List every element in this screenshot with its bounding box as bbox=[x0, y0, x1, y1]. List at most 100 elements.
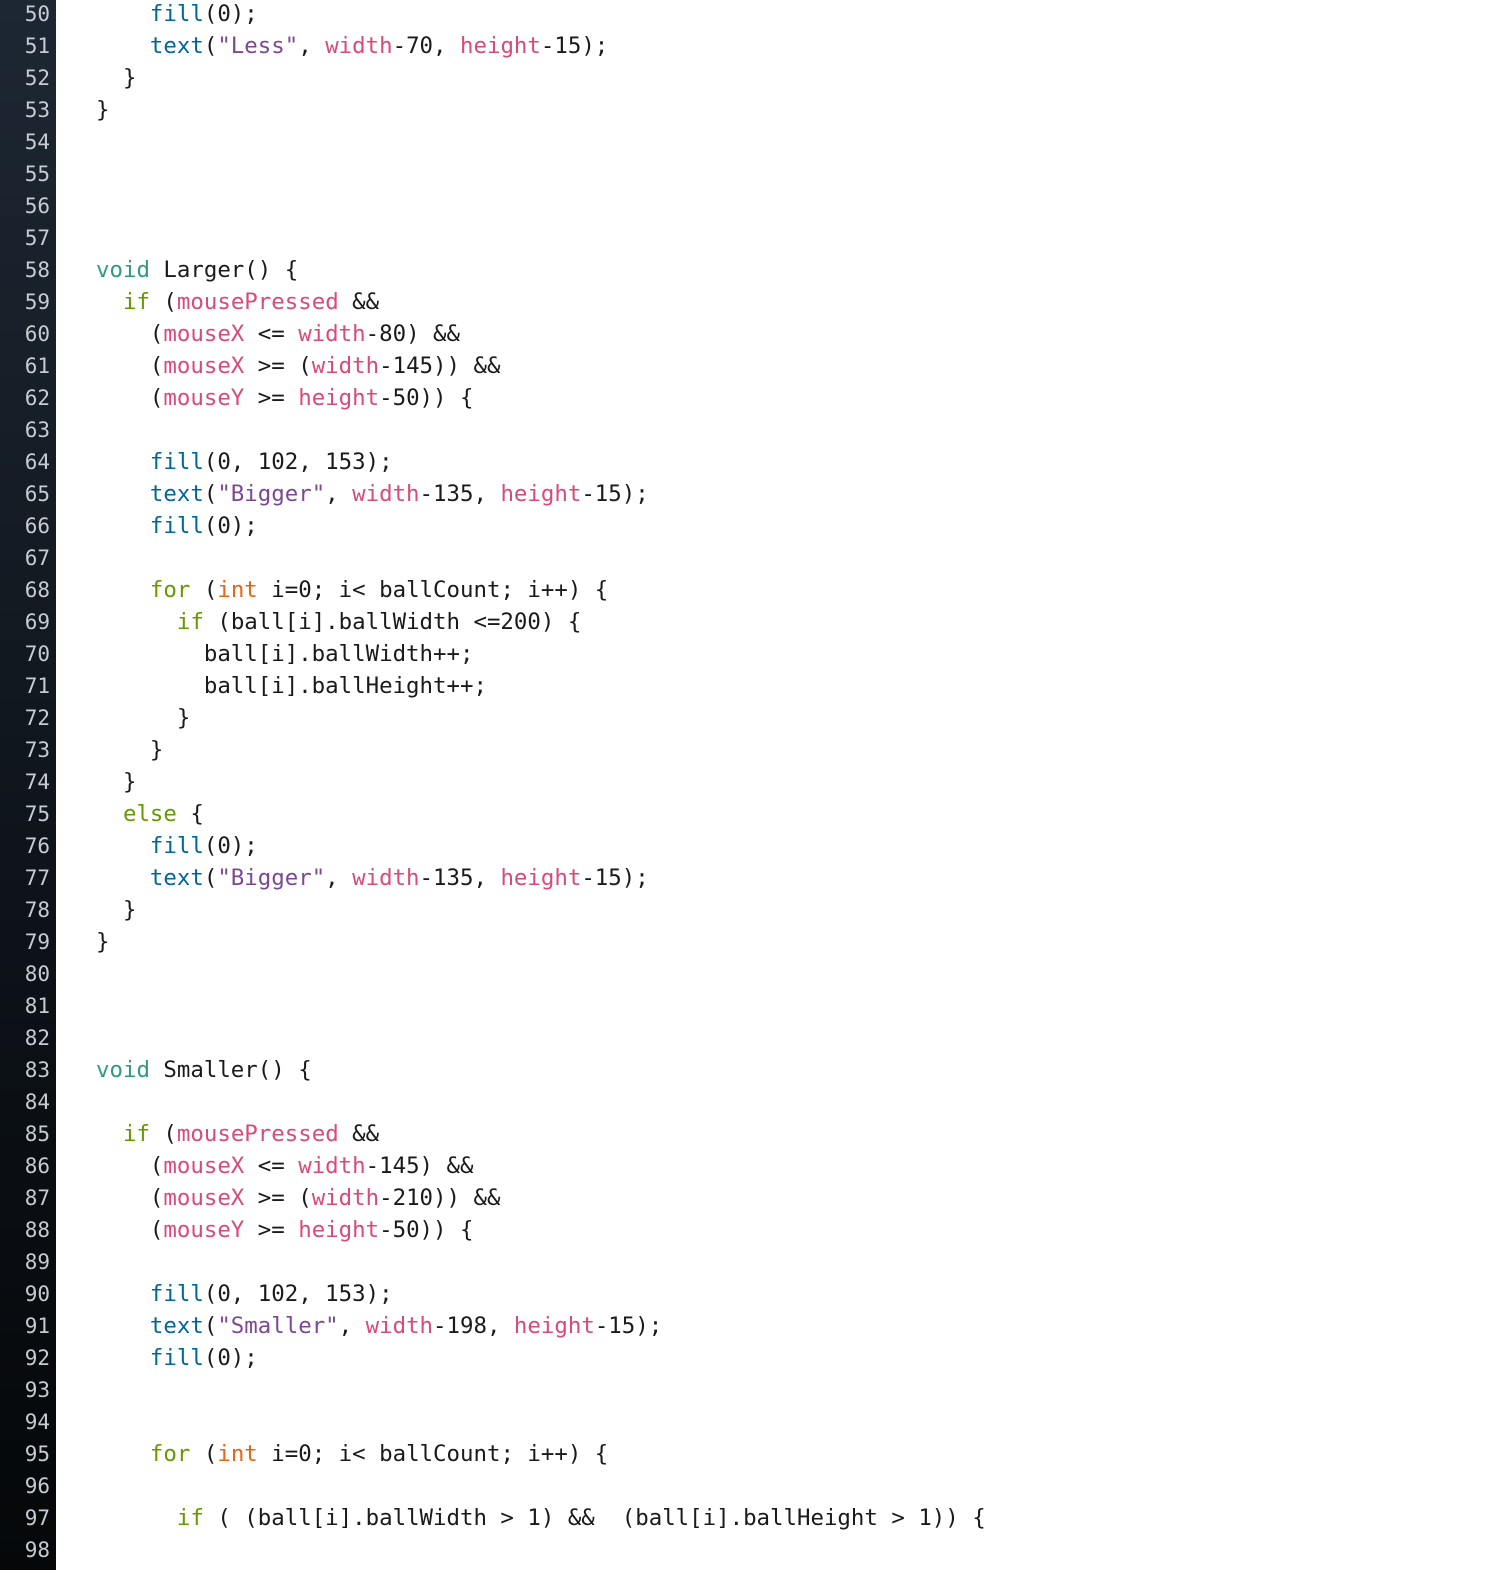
code-text[interactable]: } bbox=[96, 766, 137, 798]
code-line[interactable]: 88 (mouseY >= height-50)) { bbox=[0, 1214, 1510, 1246]
code-line[interactable]: 83 void Smaller() { bbox=[0, 1054, 1510, 1086]
code-text[interactable]: void Larger() { bbox=[96, 254, 298, 286]
code-line[interactable]: 74 } bbox=[0, 766, 1510, 798]
code-line[interactable]: 78 } bbox=[0, 894, 1510, 926]
code-line[interactable]: 91 text("Smaller", width-198, height-15)… bbox=[0, 1310, 1510, 1342]
code-line[interactable]: 82 bbox=[0, 1022, 1510, 1054]
code-text[interactable]: ball[i].ballWidth++; bbox=[96, 638, 474, 670]
code-line[interactable]: 69 if (ball[i].ballWidth <=200) { bbox=[0, 606, 1510, 638]
code-line[interactable]: 96 bbox=[0, 1470, 1510, 1502]
code-line[interactable]: 56 bbox=[0, 190, 1510, 222]
code-text[interactable]: (mouseY >= height-50)) { bbox=[96, 382, 474, 414]
code-line[interactable]: 89 bbox=[0, 1246, 1510, 1278]
code-text[interactable]: if (ball[i].ballWidth <=200) { bbox=[96, 606, 581, 638]
code-lines[interactable]: 50 fill(0); 51 text("Less", width-70, hei… bbox=[0, 0, 1510, 1566]
code-line[interactable]: 84 bbox=[0, 1086, 1510, 1118]
code-line[interactable]: 85 if (mousePressed && bbox=[0, 1118, 1510, 1150]
code-line[interactable]: 72 } bbox=[0, 702, 1510, 734]
code-text[interactable]: if (mousePressed && bbox=[96, 286, 379, 318]
code-token: -50)) { bbox=[379, 1217, 474, 1243]
code-line[interactable]: 87 (mouseX >= (width-210)) && bbox=[0, 1182, 1510, 1214]
code-line[interactable]: 80 bbox=[0, 958, 1510, 990]
code-line[interactable]: 86 (mouseX <= width-145) && bbox=[0, 1150, 1510, 1182]
code-token: width bbox=[352, 865, 420, 891]
code-text[interactable]: (mouseX >= (width-210)) && bbox=[96, 1182, 501, 1214]
code-token: (0); bbox=[203, 1345, 258, 1371]
code-text[interactable]: text("Bigger", width-135, height-15); bbox=[96, 862, 649, 894]
code-text[interactable]: else { bbox=[96, 798, 204, 830]
code-line[interactable]: 90 fill(0, 102, 153); bbox=[0, 1278, 1510, 1310]
code-line[interactable]: 58 void Larger() { bbox=[0, 254, 1510, 286]
code-line[interactable]: 76 fill(0); bbox=[0, 830, 1510, 862]
code-token: Larger() { bbox=[149, 257, 299, 283]
code-text[interactable]: fill(0); bbox=[96, 1342, 258, 1374]
line-number: 85 bbox=[24, 1122, 50, 1146]
code-line[interactable]: 68 for (int i=0; i< ballCount; i++) { bbox=[0, 574, 1510, 606]
code-text[interactable]: (mouseX <= width-145) && bbox=[96, 1150, 474, 1182]
code-text[interactable]: fill(0); bbox=[96, 0, 258, 30]
code-text[interactable]: for (int i=0; i< ballCount; i++) { bbox=[96, 574, 608, 606]
code-text[interactable]: ball[i].ballHeight++; bbox=[96, 670, 487, 702]
code-text[interactable]: fill(0); bbox=[96, 510, 258, 542]
code-line[interactable]: 59 if (mousePressed && bbox=[0, 286, 1510, 318]
code-line[interactable]: 53} bbox=[0, 94, 1510, 126]
code-line[interactable]: 79} bbox=[0, 926, 1510, 958]
code-line[interactable]: 60 (mouseX <= width-80) && bbox=[0, 318, 1510, 350]
code-line[interactable]: 62 (mouseY >= height-50)) { bbox=[0, 382, 1510, 414]
code-line[interactable]: 66 fill(0); bbox=[0, 510, 1510, 542]
code-text[interactable]: for (int i=0; i< ballCount; i++) { bbox=[96, 1438, 608, 1470]
code-token: mouseX bbox=[163, 1185, 245, 1211]
code-text[interactable]: } bbox=[96, 702, 191, 734]
code-line[interactable]: 65 text("Bigger", width-135, height-15); bbox=[0, 478, 1510, 510]
code-text[interactable]: (mouseX <= width-80) && bbox=[96, 318, 460, 350]
code-line[interactable]: 67 bbox=[0, 542, 1510, 574]
code-text[interactable]: fill(0); bbox=[96, 830, 258, 862]
code-line[interactable]: 61 (mouseX >= (width-145)) && bbox=[0, 350, 1510, 382]
code-line[interactable]: 75 else { bbox=[0, 798, 1510, 830]
code-text[interactable]: fill(0, 102, 153); bbox=[96, 1278, 393, 1310]
code-text[interactable]: (mouseY >= height-50)) { bbox=[96, 1214, 474, 1246]
code-text[interactable]: } bbox=[96, 62, 137, 94]
code-line[interactable]: 70 ball[i].ballWidth++; bbox=[0, 638, 1510, 670]
code-line[interactable]: 63 bbox=[0, 414, 1510, 446]
code-text[interactable]: if ( (ball[i].ballWidth > 1) && (ball[i]… bbox=[96, 1502, 986, 1534]
code-token: , bbox=[338, 1313, 366, 1339]
code-editor[interactable]: 50 fill(0); 51 text("Less", width-70, hei… bbox=[0, 0, 1510, 1570]
code-token: int bbox=[217, 577, 258, 603]
line-number: 88 bbox=[24, 1218, 50, 1242]
code-line[interactable]: 71 ball[i].ballHeight++; bbox=[0, 670, 1510, 702]
code-text[interactable]: if (mousePressed && bbox=[96, 1118, 379, 1150]
code-text[interactable]: } bbox=[96, 94, 109, 126]
code-token: -198, bbox=[433, 1313, 514, 1339]
code-line[interactable]: 92 fill(0); bbox=[0, 1342, 1510, 1374]
code-text[interactable]: void Smaller() { bbox=[96, 1054, 312, 1086]
code-line[interactable]: 55 bbox=[0, 158, 1510, 190]
code-line[interactable]: 93 bbox=[0, 1374, 1510, 1406]
code-line[interactable]: 57 bbox=[0, 222, 1510, 254]
code-line[interactable]: 50 fill(0); bbox=[0, 0, 1510, 30]
code-text[interactable]: text("Smaller", width-198, height-15); bbox=[96, 1310, 662, 1342]
code-text[interactable]: text("Less", width-70, height-15); bbox=[96, 30, 608, 62]
code-token: >= ( bbox=[244, 1185, 312, 1211]
code-line[interactable]: 64 fill(0, 102, 153); bbox=[0, 446, 1510, 478]
code-line[interactable]: 94 bbox=[0, 1406, 1510, 1438]
line-number: 93 bbox=[24, 1378, 50, 1402]
code-text[interactable]: } bbox=[96, 926, 109, 958]
code-line[interactable]: 81 bbox=[0, 990, 1510, 1022]
code-line[interactable]: 98 bbox=[0, 1534, 1510, 1566]
line-number: 92 bbox=[24, 1346, 50, 1370]
code-text[interactable]: text("Bigger", width-135, height-15); bbox=[96, 478, 649, 510]
code-line[interactable]: 77 text("Bigger", width-135, height-15); bbox=[0, 862, 1510, 894]
code-line[interactable]: 51 text("Less", width-70, height-15); bbox=[0, 30, 1510, 62]
code-text[interactable]: } bbox=[96, 894, 137, 926]
code-text[interactable]: (mouseX >= (width-145)) && bbox=[96, 350, 501, 382]
code-line[interactable]: 95 for (int i=0; i< ballCount; i++) { bbox=[0, 1438, 1510, 1470]
code-line[interactable]: 73 } bbox=[0, 734, 1510, 766]
code-text[interactable]: } bbox=[96, 734, 164, 766]
code-line[interactable]: 54 bbox=[0, 126, 1510, 158]
code-line[interactable]: 52 } bbox=[0, 62, 1510, 94]
code-text[interactable]: fill(0, 102, 153); bbox=[96, 446, 393, 478]
code-line[interactable]: 97 if ( (ball[i].ballWidth > 1) && (ball… bbox=[0, 1502, 1510, 1534]
